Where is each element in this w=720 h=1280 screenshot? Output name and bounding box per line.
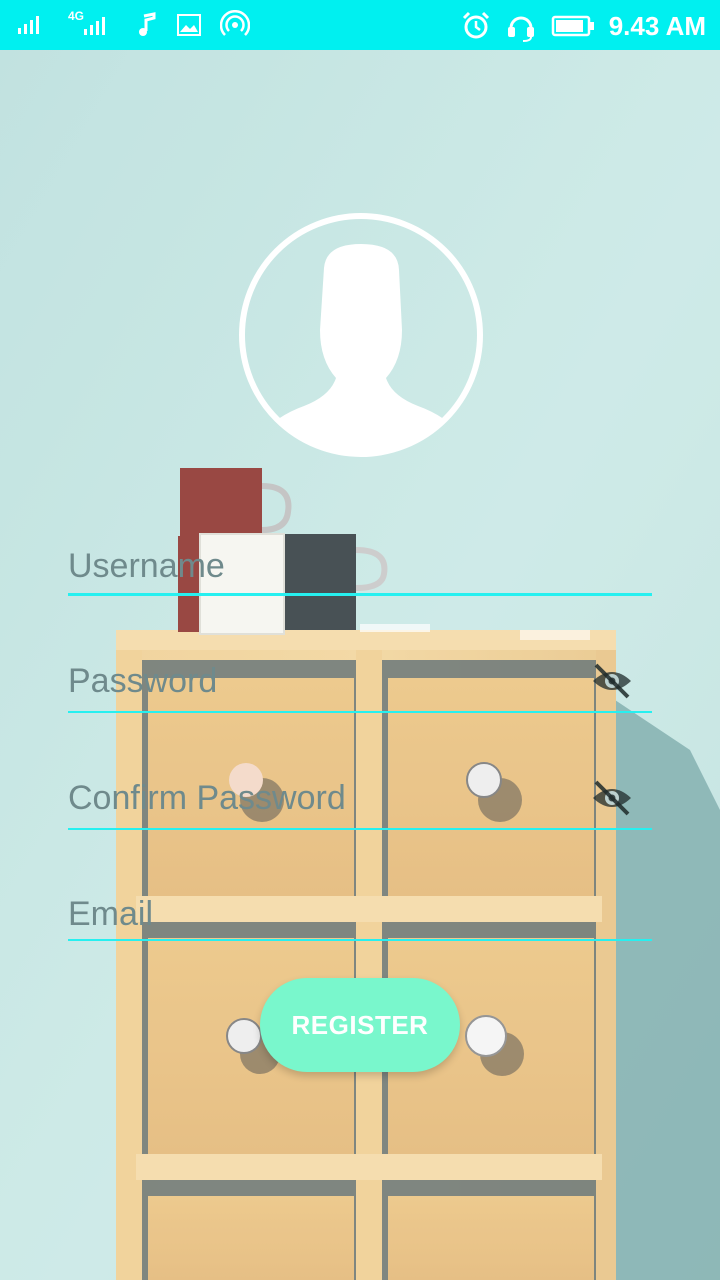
email-underline [68, 939, 652, 941]
email-input[interactable] [68, 888, 652, 940]
signal-icon [18, 16, 39, 34]
hotspot-icon [220, 10, 250, 36]
status-bar-left: 4G [16, 9, 250, 40]
password-field [68, 655, 652, 715]
username-field [68, 540, 652, 600]
status-bar-right: 9.43 AM [461, 10, 706, 42]
username-underline [68, 593, 652, 596]
avatar-user-icon[interactable] [236, 210, 486, 460]
username-input[interactable] [68, 540, 652, 592]
email-field [68, 888, 652, 948]
image-icon [177, 14, 201, 36]
confirm-password-field [68, 772, 652, 832]
status-time: 9.43 AM [608, 10, 706, 41]
status-bar: 4G 9.43 AM [0, 0, 720, 50]
headset-icon [507, 16, 534, 42]
network-4g-icon: 4G [68, 9, 118, 39]
register-screen: REGISTER [0, 50, 720, 1280]
register-button[interactable]: REGISTER [260, 978, 460, 1072]
password-underline [68, 711, 652, 713]
music-note-icon [139, 12, 156, 36]
password-input[interactable] [68, 655, 568, 707]
confirm-password-underline [68, 828, 652, 830]
confirm-password-input[interactable] [68, 772, 568, 824]
eye-off-icon[interactable] [590, 661, 634, 701]
eye-off-icon[interactable] [590, 778, 634, 818]
battery-icon [551, 15, 594, 37]
alarm-icon [462, 11, 489, 39]
